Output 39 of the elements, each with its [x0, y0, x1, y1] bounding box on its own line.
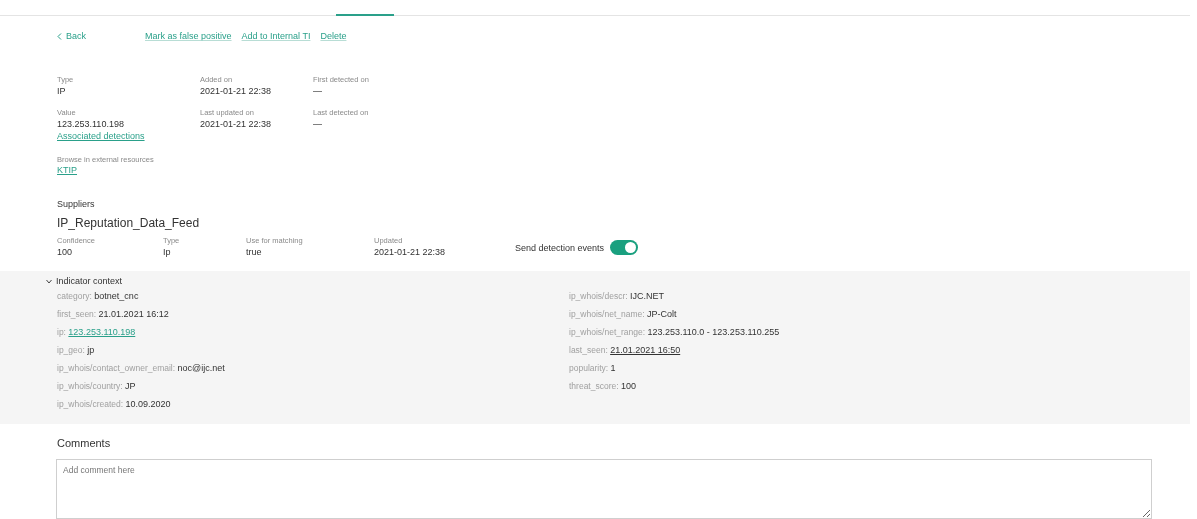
toggle-switch[interactable]	[610, 240, 639, 255]
context-entry: last_seen: 21.01.2021 16:50	[569, 344, 681, 357]
context-toggle[interactable]: Indicator context	[0, 276, 123, 286]
context-entry: ip_geo: jp	[57, 344, 95, 357]
context-entry: ip_whois/net_range: 123.253.110.0 - 123.253.110.255	[569, 326, 780, 339]
action-link[interactable]: Delete	[320, 31, 347, 41]
section-heading: Comments	[56, 436, 112, 449]
action-link[interactable]: Add to Internal TI	[241, 31, 311, 41]
field-value: Ip	[163, 246, 172, 259]
context-entry: ip: 123.253.110.198	[57, 326, 136, 339]
toggle-label: Send detection events	[515, 242, 605, 253]
chevron-left-icon	[57, 32, 62, 40]
context-entry: ip_whois/contact_owner_email: noc@ijc.net	[57, 362, 225, 375]
context-entry: popularity: 1	[569, 362, 616, 375]
field-value: true	[246, 246, 263, 259]
context-entry: ip_whois/net_name: JP-Colt	[569, 308, 677, 321]
context-entry: category: botnet_cnc	[57, 290, 139, 303]
section-heading: Suppliers	[56, 198, 96, 209]
context-entry: ip_whois/created: 10.09.2020	[57, 398, 171, 411]
chevron-icon	[46, 278, 52, 284]
field-value: 2021-01-21 22:38	[200, 85, 273, 98]
tab-indicator	[336, 14, 394, 16]
field-value: 100	[57, 246, 74, 259]
field-value: 123.253.110.198	[57, 118, 125, 131]
field-value: IP	[57, 85, 67, 98]
context-entry: first_seen: 21.01.2021 16:12	[57, 308, 169, 321]
context-entry: ip_whois/descr: IJC.NET	[569, 290, 664, 303]
field-value: —	[313, 118, 323, 131]
detections-link[interactable]: Associated detections	[57, 131, 145, 141]
field-value: 2021-01-21 22:38	[200, 118, 273, 131]
comment-field[interactable]: Add comment here	[56, 459, 1152, 519]
context-entry: ip_whois/country: JP	[57, 380, 136, 393]
ktip-link[interactable]: KTIP	[57, 165, 77, 175]
action-link[interactable]: Mark as false positive	[145, 31, 232, 41]
field-value: —	[313, 85, 323, 98]
field-value: 2021-01-21 22:38	[374, 246, 447, 259]
supplier-name: IP_Reputation_Data_Feed	[56, 215, 201, 230]
context-entry: threat_score: 100	[569, 380, 637, 393]
back-link[interactable]: Back	[57, 31, 145, 41]
